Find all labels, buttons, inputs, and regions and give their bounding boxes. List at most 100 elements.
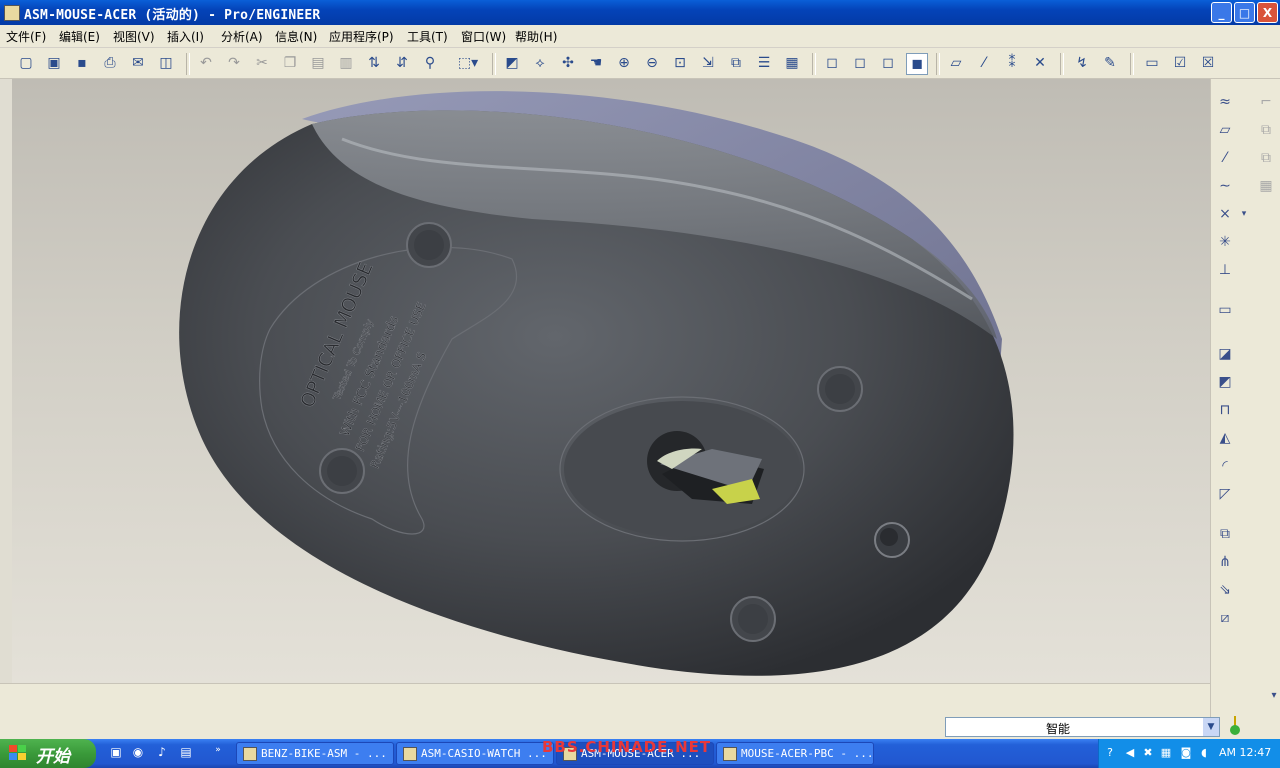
maximize-button[interactable]: □: [1234, 2, 1255, 23]
windows-flag-icon: [9, 745, 26, 760]
extrude-icon[interactable]: ◪: [1214, 343, 1236, 365]
toolbar-separator: [186, 53, 190, 75]
folder-icon[interactable]: ▤: [178, 745, 194, 761]
start-label: 开始: [36, 747, 70, 767]
regenerate-icon[interactable]: ⇅: [364, 53, 384, 73]
paste-special-icon[interactable]: ▥: [336, 53, 356, 73]
menu-edit[interactable]: 编辑(E): [59, 28, 100, 45]
show-desktop-icon[interactable]: ▣: [108, 745, 124, 761]
datum-axes-icon[interactable]: ⁄: [974, 53, 994, 73]
start-button[interactable]: 开始: [0, 739, 96, 768]
datum-planes-icon[interactable]: ▱: [946, 53, 966, 73]
tray-volume-icon[interactable]: ◖: [1197, 746, 1211, 760]
no-hidden-icon[interactable]: ◻: [878, 53, 898, 73]
zoom-out-icon[interactable]: ⊖: [642, 53, 662, 73]
datum-points-icon[interactable]: ⁑: [1002, 53, 1022, 73]
email-icon[interactable]: ✉: [128, 53, 148, 73]
media-icon[interactable]: ♪: [154, 745, 170, 761]
zoom-in-icon[interactable]: ⊕: [614, 53, 634, 73]
context-help-icon[interactable]: ↯: [1072, 53, 1092, 73]
task-benz-bike[interactable]: BENZ-BIKE-ASM - ...: [236, 742, 394, 765]
window-activate-icon[interactable]: ▭: [1142, 53, 1162, 73]
task-mouse-acer-pbc[interactable]: MOUSE-ACER-PBC - ...: [716, 742, 874, 765]
refit-icon[interactable]: ⊡: [670, 53, 690, 73]
regenerate-manager-icon[interactable]: ⇵: [392, 53, 412, 73]
redo-icon[interactable]: ↷: [224, 53, 244, 73]
revolve-icon[interactable]: ◩: [1214, 371, 1236, 393]
browser-icon[interactable]: ◉: [130, 745, 146, 761]
undo-icon[interactable]: ↶: [196, 53, 216, 73]
copy-grey-icon[interactable]: ⧉: [1255, 119, 1277, 141]
spin-center-icon[interactable]: ⟡: [530, 53, 550, 73]
grid-grey-icon[interactable]: ▦: [1255, 175, 1277, 197]
close-window-icon[interactable]: ◫: [156, 53, 176, 73]
graphics-viewport[interactable]: OPTICAL MOUSE Tested To Comply With FCC …: [12, 79, 1210, 683]
copy-feature-icon[interactable]: ⧉: [1214, 523, 1236, 545]
close-button[interactable]: X: [1257, 2, 1278, 23]
sketched-curve-icon[interactable]: ∼: [1214, 175, 1236, 197]
window-close-icon[interactable]: ☒: [1198, 53, 1218, 73]
tray-back-icon[interactable]: ◀: [1123, 746, 1137, 760]
round-icon[interactable]: ◜: [1214, 455, 1236, 477]
print-icon[interactable]: ⎙: [100, 53, 120, 73]
cut-icon[interactable]: ✂: [252, 53, 272, 73]
tray-security-icon[interactable]: ✖: [1141, 746, 1155, 760]
save-icon[interactable]: ▪: [72, 53, 92, 73]
datum-axis-icon[interactable]: ⁄: [1214, 147, 1236, 169]
menu-tools[interactable]: 工具(T): [407, 28, 448, 45]
hidden-line-icon[interactable]: ◻: [850, 53, 870, 73]
view-manager-icon[interactable]: ▦: [782, 53, 802, 73]
coordinate-sys-icon[interactable]: ⊥: [1214, 259, 1236, 281]
tray-network-icon[interactable]: ▦: [1159, 746, 1173, 760]
layers-icon[interactable]: ☰: [754, 53, 774, 73]
coordinate-system-icon[interactable]: ✕: [1030, 53, 1050, 73]
mirror-icon[interactable]: ⋔: [1214, 551, 1236, 573]
analysis-icon[interactable]: ▭: [1214, 299, 1236, 321]
shading-icon[interactable]: ◼: [906, 53, 928, 75]
datum-curve-icon[interactable]: ≈: [1214, 91, 1236, 113]
annotate-icon[interactable]: ✎: [1100, 53, 1120, 73]
app-icon: [4, 5, 20, 21]
datum-display-icon[interactable]: ✣: [558, 53, 578, 73]
paste-icon[interactable]: ▤: [308, 53, 328, 73]
chevron-down-icon[interactable]: ▼: [1203, 718, 1219, 736]
scroll-down-icon[interactable]: ▾: [1263, 684, 1280, 706]
window-list-icon[interactable]: ☑: [1170, 53, 1190, 73]
task-casio-watch[interactable]: ASM-CASIO-WATCH ...: [396, 742, 554, 765]
quicklaunch-expand-icon[interactable]: »: [210, 745, 226, 761]
copy-icon[interactable]: ❐: [280, 53, 300, 73]
chamfer-icon[interactable]: ◸: [1214, 483, 1236, 505]
blend-icon[interactable]: ◭: [1214, 427, 1236, 449]
minimize-button[interactable]: _: [1211, 2, 1232, 23]
menu-applications[interactable]: 应用程序(P): [329, 28, 394, 45]
wireframe-icon[interactable]: ◻: [822, 53, 842, 73]
pan-hand-icon[interactable]: ☚: [586, 53, 606, 73]
menu-analysis[interactable]: 分析(A): [221, 28, 263, 45]
window-title: ASM-MOUSE-ACER (活动的) - Pro/ENGINEER: [24, 8, 321, 23]
menu-window[interactable]: 窗口(W): [461, 28, 506, 45]
menu-insert[interactable]: 插入(I): [167, 28, 204, 45]
datum-point-dropdown-icon[interactable]: ▾: [1233, 203, 1255, 225]
menu-view[interactable]: 视图(V): [113, 28, 155, 45]
open-folder-icon[interactable]: ▣: [44, 53, 64, 73]
datum-plane-icon[interactable]: ▱: [1214, 119, 1236, 141]
selection-filter-value: 智能: [1046, 722, 1071, 736]
reorient-icon[interactable]: ⇲: [698, 53, 718, 73]
tray-help-icon[interactable]: ?: [1103, 746, 1117, 760]
menu-file[interactable]: 文件(F): [6, 28, 46, 45]
merge-icon[interactable]: ⇘: [1214, 579, 1236, 601]
menu-info[interactable]: 信息(N): [275, 28, 317, 45]
find-icon[interactable]: ⚲: [420, 53, 440, 73]
selection-filter-icon[interactable]: ⬚▾: [450, 53, 486, 73]
saved-views-icon[interactable]: ⧉: [726, 53, 746, 73]
sweep-icon[interactable]: ⊓: [1214, 399, 1236, 421]
new-file-icon[interactable]: ▢: [16, 53, 36, 73]
selection-filter-dropdown[interactable]: 智能 ▼: [945, 717, 1220, 737]
offset-point-icon[interactable]: ✳: [1214, 231, 1236, 253]
offset-icon[interactable]: ⧄: [1214, 607, 1236, 629]
paste-grey-icon[interactable]: ⧉: [1255, 147, 1277, 169]
sketch-grey-icon[interactable]: ⌐: [1255, 91, 1277, 113]
tray-camera-icon[interactable]: ◙: [1179, 746, 1193, 760]
sketcher-icon[interactable]: ◩: [502, 53, 522, 73]
menu-help[interactable]: 帮助(H): [515, 28, 557, 45]
